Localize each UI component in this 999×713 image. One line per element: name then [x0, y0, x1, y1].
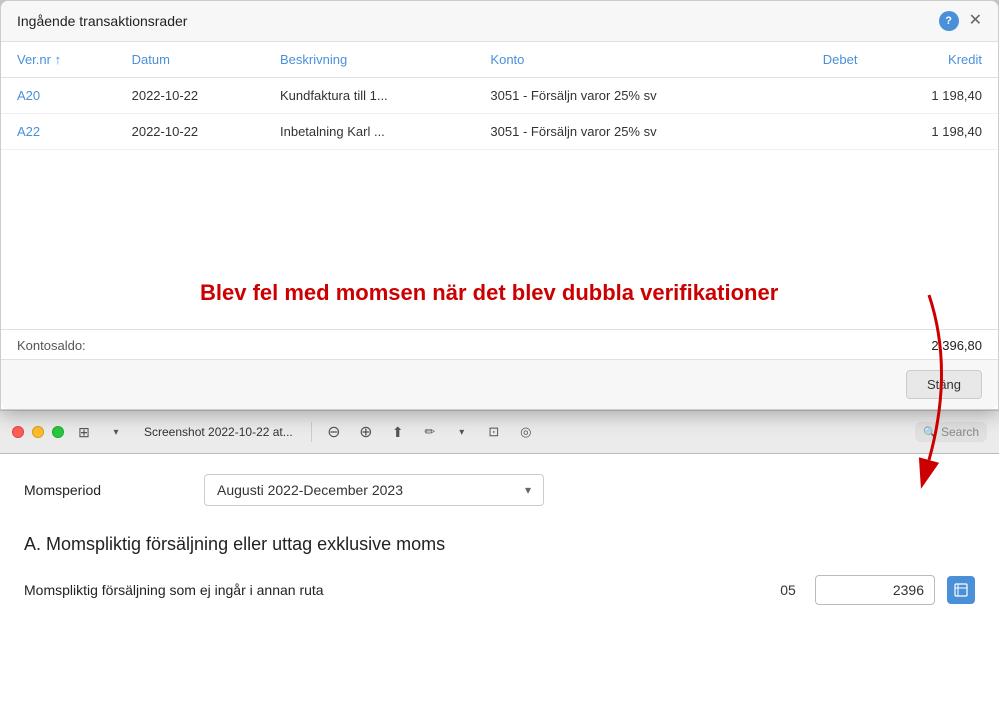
sidebar-toggle-icon[interactable]: ⊞: [72, 420, 96, 444]
bottom-panel: Momsperiod Augusti 2022-December 2023 ▾ …: [0, 454, 999, 713]
traffic-light-green[interactable]: [52, 426, 64, 438]
moms-row-label: Momspliktig försäljning som ej ingår i a…: [24, 582, 761, 598]
chevron-down-icon[interactable]: ▾: [104, 420, 128, 444]
col-beskrivning[interactable]: Beskrivning: [264, 42, 474, 78]
modal-titlebar: Ingående transaktionsrader ? ✕: [1, 1, 998, 42]
macos-titlebar: ⊞ ▾ Screenshot 2022-10-22 at... ⊖ ⊕ ⬆ ✏ …: [0, 410, 999, 454]
vernr-cell: A22: [1, 114, 116, 150]
search-icon: 🔍: [923, 426, 937, 439]
table-header-row: Ver.nr ↑ Datum Beskrivning Konto Debet K…: [1, 42, 998, 78]
search-placeholder: Search: [941, 425, 979, 439]
transaction-table-area: Ver.nr ↑ Datum Beskrivning Konto Debet K…: [1, 42, 998, 150]
konto-cell: 3051 - Försäljn varor 25% sv: [474, 78, 773, 114]
chevron-down-icon: ▾: [525, 483, 531, 497]
close-x-button[interactable]: ✕: [969, 13, 982, 29]
moms-row-value-field[interactable]: 2396: [815, 575, 935, 605]
section-heading: A. Momspliktig försäljning eller uttag e…: [24, 534, 975, 555]
momsperiod-row: Momsperiod Augusti 2022-December 2023 ▾: [24, 474, 975, 506]
transaction-table: Ver.nr ↑ Datum Beskrivning Konto Debet K…: [1, 42, 998, 150]
modal-footer: Stäng: [1, 359, 998, 409]
zoom-out-icon[interactable]: ⊖: [322, 420, 346, 444]
kontosaldo-value: 2 396,80: [931, 338, 982, 353]
zoom-in-icon[interactable]: ⊕: [354, 420, 378, 444]
macos-search-bar[interactable]: 🔍 Search: [915, 422, 987, 442]
modal-title: Ingående transaktionsrader: [17, 13, 187, 29]
kontosaldo-row: Kontosaldo: 2 396,80: [1, 329, 998, 361]
moms-detail-icon[interactable]: [947, 576, 975, 604]
debet-cell: [773, 114, 873, 150]
transaction-modal: Ingående transaktionsrader ? ✕ Ver.nr ↑ …: [0, 0, 999, 410]
help-button[interactable]: ?: [939, 11, 959, 31]
table-row: A22 2022-10-22 Inbetalning Karl ... 3051…: [1, 114, 998, 150]
kontosaldo-label: Kontosaldo:: [17, 338, 86, 353]
col-konto[interactable]: Konto: [474, 42, 773, 78]
datum-cell: 2022-10-22: [116, 78, 264, 114]
crop-icon[interactable]: ⊡: [482, 420, 506, 444]
col-kredit[interactable]: Kredit: [873, 42, 998, 78]
traffic-light-yellow[interactable]: [32, 426, 44, 438]
modal-titlebar-icons: ? ✕: [939, 11, 982, 31]
beskrivning-cell: Inbetalning Karl ...: [264, 114, 474, 150]
moms-row-code: 05: [773, 582, 803, 598]
col-vernr[interactable]: Ver.nr ↑: [1, 42, 116, 78]
kredit-cell: 1 198,40: [873, 114, 998, 150]
debet-cell: [773, 78, 873, 114]
datum-cell: 2022-10-22: [116, 114, 264, 150]
konto-cell: 3051 - Försäljn varor 25% sv: [474, 114, 773, 150]
chevron-down2-icon[interactable]: ▾: [450, 420, 474, 444]
share-icon[interactable]: ⬆: [386, 420, 410, 444]
moms-detail-row: Momspliktig försäljning som ej ingår i a…: [24, 575, 975, 605]
col-debet[interactable]: Debet: [773, 42, 873, 78]
toolbar-separator: [311, 422, 312, 442]
traffic-light-red[interactable]: [12, 426, 24, 438]
circle-icon[interactable]: ◎: [514, 420, 538, 444]
momsperiod-label: Momsperiod: [24, 482, 204, 498]
momsperiod-select[interactable]: Augusti 2022-December 2023 ▾: [204, 474, 544, 506]
kredit-cell: 1 198,40: [873, 78, 998, 114]
table-row: A20 2022-10-22 Kundfaktura till 1... 305…: [1, 78, 998, 114]
col-datum[interactable]: Datum: [116, 42, 264, 78]
beskrivning-cell: Kundfaktura till 1...: [264, 78, 474, 114]
momsperiod-value: Augusti 2022-December 2023: [217, 482, 403, 498]
vernr-cell: A20: [1, 78, 116, 114]
close-stang-button[interactable]: Stäng: [906, 370, 982, 399]
window-title: Screenshot 2022-10-22 at...: [144, 425, 293, 439]
pencil-icon[interactable]: ✏: [418, 420, 442, 444]
